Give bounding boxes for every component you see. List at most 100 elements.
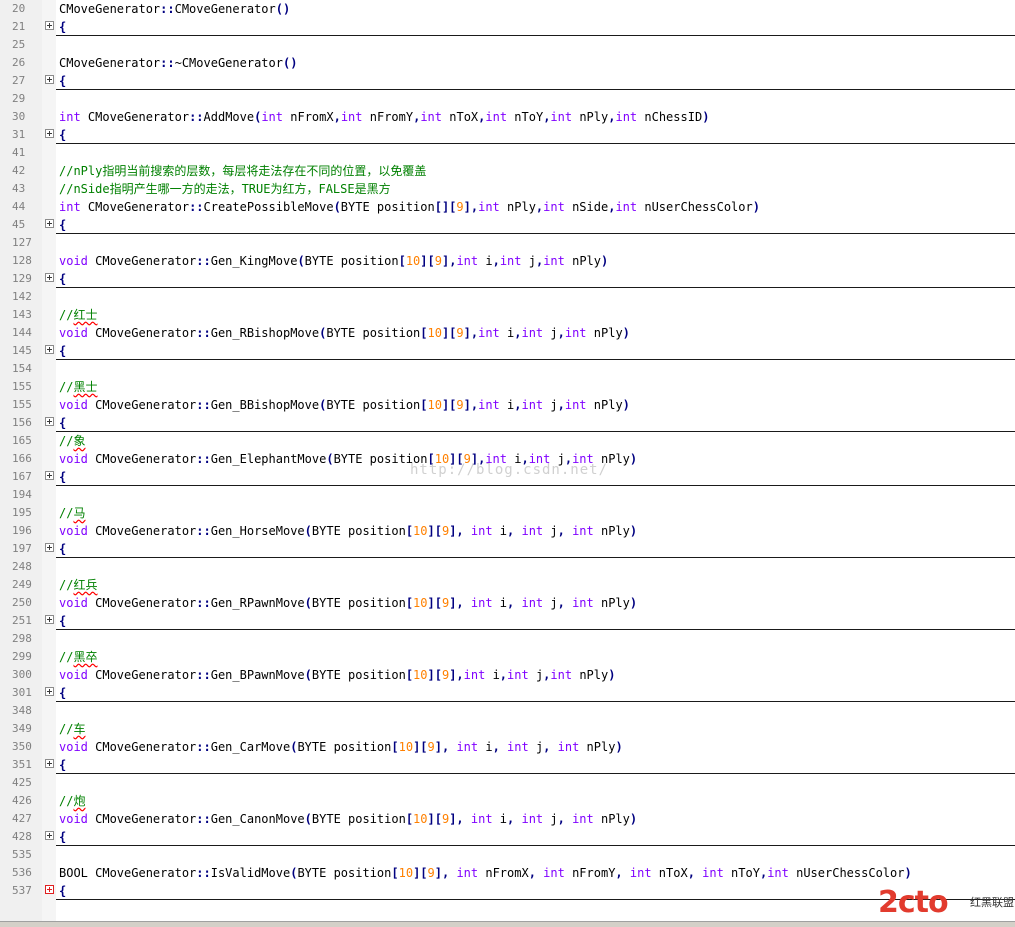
code-token: ] (434, 740, 442, 754)
folded-block-line[interactable]: 45 { (0, 216, 1015, 234)
code-line[interactable]: 128 void CMoveGenerator::Gen_KingMove(BYT… (0, 252, 1015, 270)
code-token: int (470, 524, 493, 538)
folded-block-line[interactable]: 537 { (0, 882, 1015, 900)
blank-line[interactable]: 348 (0, 702, 1015, 720)
code-token: 红兵 (73, 578, 98, 592)
blank-line[interactable]: 154 (0, 360, 1015, 378)
fold-expand-plus-icon[interactable] (45, 129, 54, 138)
line-number: 156 (12, 416, 32, 429)
comment-line[interactable]: 299 //黑卒 (0, 648, 1015, 666)
line-number: 299 (12, 650, 32, 663)
fold-expand-plus-icon[interactable] (45, 885, 54, 894)
line-code: //象 (59, 433, 85, 449)
blank-line[interactable]: 535 (0, 846, 1015, 864)
code-token: ][ (427, 524, 442, 538)
code-token: 10 (427, 398, 442, 412)
fold-expand-plus-icon[interactable] (45, 273, 54, 282)
folded-block-line[interactable]: 31 { (0, 126, 1015, 144)
fold-expand-plus-icon[interactable] (45, 615, 54, 624)
fold-expand-plus-icon[interactable] (45, 687, 54, 696)
line-number: 197 (12, 542, 32, 555)
code-editor[interactable]: 20 CMoveGenerator::CMoveGenerator() 21{25 2… (0, 0, 1015, 921)
blank-line[interactable]: 29 (0, 90, 1015, 108)
code-line[interactable]: 44 int CMoveGenerator::CreatePossibleMove… (0, 198, 1015, 216)
fold-expand-plus-icon[interactable] (45, 417, 54, 426)
code-token: 9 (456, 326, 464, 340)
line-code: { (59, 343, 66, 359)
code-line[interactable]: 536 BOOL CMoveGenerator::IsValidMove(BYTE… (0, 864, 1015, 882)
comment-line[interactable]: 349 //车 (0, 720, 1015, 738)
code-token: i (492, 596, 508, 610)
blank-line[interactable]: 298 (0, 630, 1015, 648)
code-token: :: (160, 2, 175, 16)
line-code: void CMoveGenerator::Gen_CanonMove(BYTE … (59, 811, 637, 827)
code-token: ] (463, 326, 471, 340)
folded-block-line[interactable]: 428 { (0, 828, 1015, 846)
folded-block-line[interactable]: 251 { (0, 612, 1015, 630)
blank-line[interactable]: 248 (0, 558, 1015, 576)
comment-line[interactable]: 42 //nPly指明当前搜索的层数，每层将走法存在不同的位置，以免覆盖 (0, 162, 1015, 180)
folded-block-line[interactable]: 27 { (0, 72, 1015, 90)
fold-expand-plus-icon[interactable] (45, 75, 54, 84)
comment-line[interactable]: 195 //马 (0, 504, 1015, 522)
code-token: 10 (413, 524, 428, 538)
code-line[interactable]: 20 CMoveGenerator::CMoveGenerator() (0, 0, 1015, 18)
code-token: CMoveGenerator (87, 254, 197, 268)
fold-expand-plus-icon[interactable] (45, 831, 54, 840)
blank-line[interactable]: 41 (0, 144, 1015, 162)
code-line[interactable]: 300 void CMoveGenerator::Gen_BPawnMove(BY… (0, 666, 1015, 684)
code-token: [ (420, 398, 428, 412)
code-line[interactable]: 26 CMoveGenerator::~CMoveGenerator() (0, 54, 1015, 72)
code-line[interactable]: 144 void CMoveGenerator::Gen_RBishopMove(… (0, 324, 1015, 342)
code-line[interactable]: 30 int CMoveGenerator::AddMove(int nFromX… (0, 108, 1015, 126)
code-token: ) (608, 668, 616, 682)
code-line[interactable]: 196 void CMoveGenerator::Gen_HorseMove(BY… (0, 522, 1015, 540)
comment-line[interactable]: 143 //红士 (0, 306, 1015, 324)
folded-block-line[interactable]: 21 { (0, 18, 1015, 36)
comment-line[interactable]: 155 //黑士 (0, 378, 1015, 396)
fold-expand-plus-icon[interactable] (45, 345, 54, 354)
fold-expand-plus-icon[interactable] (45, 219, 54, 228)
blank-line[interactable]: 142 (0, 288, 1015, 306)
comment-line[interactable]: 249 //红兵 (0, 576, 1015, 594)
folded-block-line[interactable]: 129 { (0, 270, 1015, 288)
fold-expand-plus-icon[interactable] (45, 21, 54, 30)
code-token: int (470, 596, 493, 610)
code-token: CMoveGenerator (80, 110, 190, 124)
folded-block-line[interactable]: 351 { (0, 756, 1015, 774)
blank-line[interactable]: 425 (0, 774, 1015, 792)
code-line[interactable]: 350 void CMoveGenerator::Gen_CarMove(BYTE… (0, 738, 1015, 756)
code-token: ][ (427, 596, 442, 610)
fold-expand-plus-icon[interactable] (45, 543, 54, 552)
fold-expand-plus-icon[interactable] (45, 471, 54, 480)
code-token: nFromY (362, 110, 414, 124)
code-line[interactable]: 250 void CMoveGenerator::Gen_RPawnMove(BY… (0, 594, 1015, 612)
code-line[interactable]: 155 void CMoveGenerator::Gen_BBishopMove(… (0, 396, 1015, 414)
folded-block-line[interactable]: 145 { (0, 342, 1015, 360)
line-code: { (59, 883, 66, 899)
horizontal-scrollbar[interactable] (0, 921, 1015, 927)
code-token: nPly (579, 740, 616, 754)
fold-expand-plus-icon[interactable] (45, 759, 54, 768)
blank-line[interactable]: 127 (0, 234, 1015, 252)
comment-line[interactable]: 165 //象 (0, 432, 1015, 450)
code-token: { (59, 884, 67, 898)
folded-block-line[interactable]: 301 { (0, 684, 1015, 702)
code-line[interactable]: 166 void CMoveGenerator::Gen_ElephantMove… (0, 450, 1015, 468)
folded-block-line[interactable]: 197 { (0, 540, 1015, 558)
folded-block-line[interactable]: 167 { (0, 468, 1015, 486)
code-token: void (59, 740, 88, 754)
code-token: nChessID (637, 110, 703, 124)
comment-line[interactable]: 43 //nSide指明产生哪一方的走法，TRUE为红方，FALSE是黑方 (0, 180, 1015, 198)
blank-line[interactable]: 194 (0, 486, 1015, 504)
code-token: , (528, 866, 544, 880)
blank-line[interactable]: 25 (0, 36, 1015, 54)
code-token: ][ (427, 668, 442, 682)
code-line[interactable]: 427 void CMoveGenerator::Gen_CanonMove(BY… (0, 810, 1015, 828)
code-token: :: (160, 56, 175, 70)
code-token: Gen_BPawnMove (210, 668, 305, 682)
folded-block-line[interactable]: 156 { (0, 414, 1015, 432)
comment-line[interactable]: 426 //炮 (0, 792, 1015, 810)
code-token: :: (196, 326, 211, 340)
code-token: :: (196, 740, 211, 754)
